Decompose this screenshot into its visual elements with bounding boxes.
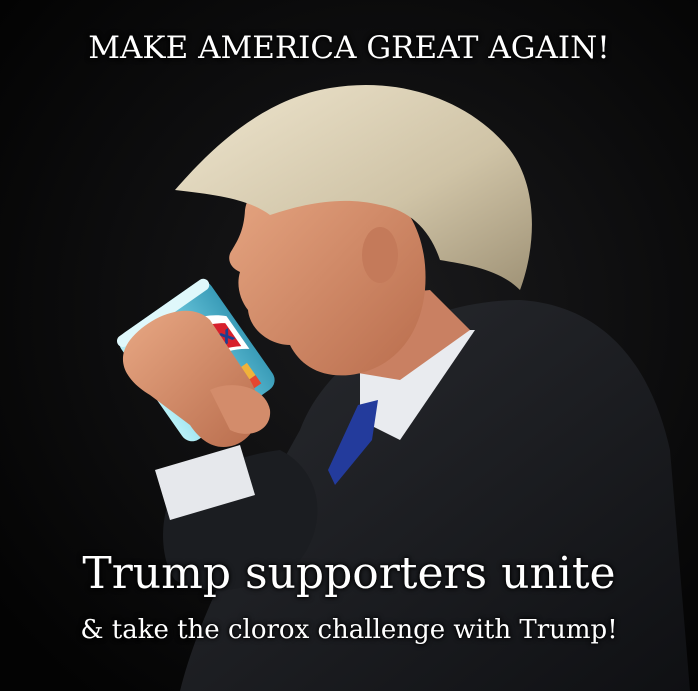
meme-image: CLOROX MAKE AMERICA GREAT AGAIN! Trump s… [0, 0, 698, 691]
top-caption: MAKE AMERICA GREAT AGAIN! [88, 30, 610, 66]
bottom-caption-headline: Trump supporters unite [82, 548, 616, 599]
ear [362, 227, 398, 283]
bottom-caption-subline: & take the clorox challenge with Trump! [80, 615, 618, 645]
